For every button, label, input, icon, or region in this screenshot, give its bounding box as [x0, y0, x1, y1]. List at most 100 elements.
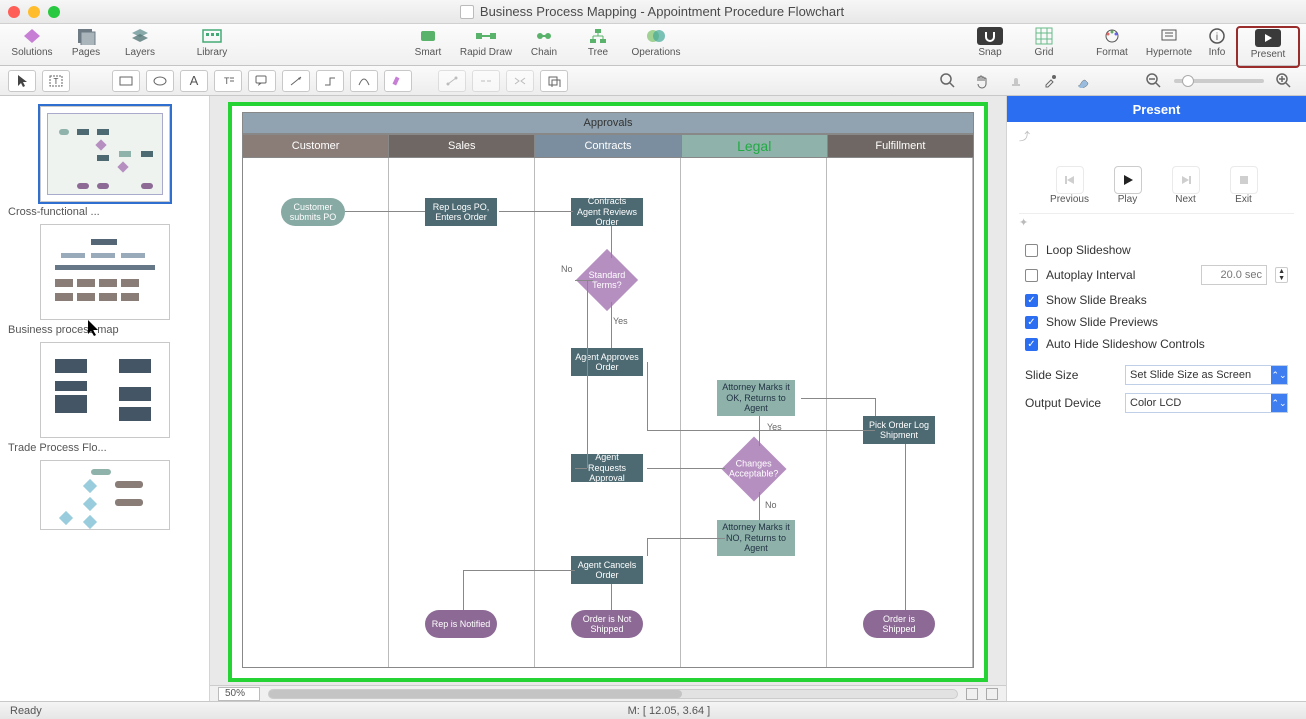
connector-tool[interactable] — [316, 70, 344, 92]
output-device-label: Output Device — [1025, 396, 1115, 410]
node-agent-approves[interactable]: Agent Approves Order — [571, 348, 643, 376]
fit-width-icon[interactable] — [986, 688, 998, 700]
autoplay-interval-field[interactable]: 20.0 sec — [1201, 265, 1267, 285]
tree-button[interactable]: Tree — [572, 26, 624, 64]
auto-hide-controls-option[interactable]: ✓Auto Hide Slideshow Controls — [1025, 337, 1288, 351]
autoplay-interval-option[interactable]: Autoplay Interval 20.0 sec ▲▼ — [1025, 265, 1288, 285]
zoom-slider-knob[interactable] — [1182, 75, 1194, 87]
page-thumbnail[interactable] — [8, 460, 201, 530]
page[interactable]: Approvals Customer Sales Contracts Legal… — [228, 102, 988, 682]
secondary-toolbar: T A T — [0, 66, 1306, 96]
slide-size-select[interactable]: Set Slide Size as Screen⌃⌄ — [1125, 365, 1288, 385]
scrollbar-thumb[interactable] — [269, 690, 682, 698]
previous-button[interactable]: Previous — [1047, 166, 1093, 205]
zoom-slider[interactable] — [1174, 79, 1264, 83]
next-button[interactable]: Next — [1163, 166, 1209, 205]
previous-icon — [1056, 166, 1084, 194]
checkbox-icon[interactable] — [1025, 244, 1038, 257]
show-slide-previews-option[interactable]: ✓Show Slide Previews — [1025, 315, 1288, 329]
zoom-window-button[interactable] — [48, 6, 60, 18]
edge-label-no2: No — [765, 500, 777, 510]
checkbox-icon[interactable]: ✓ — [1025, 316, 1038, 329]
layers-button[interactable]: Layers — [114, 26, 166, 64]
rect-shape-tool[interactable] — [112, 70, 140, 92]
connector — [463, 570, 464, 610]
page-thumbnail[interactable]: Cross-functional ... — [8, 106, 201, 218]
grid-icon — [1031, 26, 1057, 46]
operations-button[interactable]: Operations — [626, 26, 686, 64]
node-changes-acceptable[interactable]: Changes Acceptable? — [721, 436, 786, 501]
checkbox-icon[interactable] — [1025, 269, 1038, 282]
inspector-header: Present — [1007, 96, 1306, 122]
rapid-draw-button[interactable]: Rapid Draw — [456, 26, 516, 64]
node-not-shipped[interactable]: Order is Not Shipped — [571, 610, 643, 638]
node-order-shipped[interactable]: Order is Shipped — [863, 610, 935, 638]
text-tool[interactable]: T — [42, 70, 70, 92]
checkbox-icon[interactable]: ✓ — [1025, 294, 1038, 307]
join-tool[interactable] — [472, 70, 500, 92]
node-attorney-no[interactable]: Attorney Marks it NO, Returns to Agent — [717, 520, 795, 556]
checkbox-icon[interactable]: ✓ — [1025, 338, 1038, 351]
close-window-button[interactable] — [8, 6, 20, 18]
stepper-down[interactable]: ▼ — [1276, 275, 1287, 282]
node-rep-notified[interactable]: Rep is Notified — [425, 610, 497, 638]
highlighter-tool[interactable] — [384, 70, 412, 92]
stepper-up[interactable]: ▲ — [1276, 268, 1287, 275]
grid-button[interactable]: Grid — [1018, 26, 1070, 64]
crop-tool[interactable] — [540, 70, 568, 92]
hypernote-icon — [1156, 26, 1182, 46]
solutions-button[interactable]: Solutions — [6, 26, 58, 64]
swimlane-body: Customer submits PO Rep Logs PO, Enters … — [242, 158, 974, 668]
split-tool[interactable] — [506, 70, 534, 92]
curve-tool[interactable] — [350, 70, 378, 92]
format-button[interactable]: Format — [1086, 26, 1138, 64]
snap-button[interactable]: Snap — [964, 26, 1016, 64]
present-icon — [1255, 28, 1281, 48]
eyedropper-tool[interactable] — [1036, 70, 1064, 92]
canvas-viewport[interactable]: Approvals Customer Sales Contracts Legal… — [210, 96, 1006, 685]
zoom-out-button[interactable] — [1140, 70, 1168, 92]
textblock-tool[interactable]: T — [214, 70, 242, 92]
thumbnail-caption: Business process map — [8, 324, 201, 336]
callout-tool[interactable] — [248, 70, 276, 92]
pages-button[interactable]: Pages — [60, 26, 112, 64]
page-thumbnail[interactable]: Business process map — [8, 224, 201, 336]
window-title: Business Process Mapping - Appointment P… — [60, 4, 1244, 19]
node-attorney-ok[interactable]: Attorney Marks it OK, Returns to Agent — [717, 380, 795, 416]
stamp-tool[interactable] — [1002, 70, 1030, 92]
pointer-tool[interactable] — [8, 70, 36, 92]
line-tool[interactable] — [282, 70, 310, 92]
edit-points-tool[interactable] — [438, 70, 466, 92]
node-agent-cancels[interactable]: Agent Cancels Order — [571, 556, 643, 584]
node-customer-submits[interactable]: Customer submits PO — [281, 198, 345, 226]
ellipse-shape-tool[interactable] — [146, 70, 174, 92]
info-button[interactable]: iInfo — [1200, 26, 1234, 64]
minimize-window-button[interactable] — [28, 6, 40, 18]
node-rep-logs[interactable]: Rep Logs PO, Enters Order — [425, 198, 497, 226]
zoom-in-button[interactable] — [1270, 70, 1298, 92]
loop-slideshow-option[interactable]: Loop Slideshow — [1025, 243, 1288, 257]
exit-button[interactable]: Exit — [1221, 166, 1267, 205]
play-button[interactable]: Play — [1105, 166, 1151, 205]
horizontal-scrollbar[interactable] — [268, 689, 958, 699]
library-button[interactable]: Library — [182, 26, 242, 64]
zoom-select[interactable]: 50% — [218, 687, 260, 701]
connector — [575, 280, 593, 281]
connector — [499, 211, 573, 212]
output-device-select[interactable]: Color LCD⌃⌄ — [1125, 393, 1288, 413]
node-contracts-review[interactable]: Contracts Agent Reviews Order — [571, 198, 643, 226]
fit-page-icon[interactable] — [966, 688, 978, 700]
brush-tool[interactable] — [1070, 70, 1098, 92]
zoom-tool[interactable] — [934, 70, 962, 92]
smart-icon — [415, 26, 441, 46]
hypernote-button[interactable]: Hypernote — [1140, 26, 1198, 64]
text-shape-tool[interactable]: A — [180, 70, 208, 92]
lane-header: Customer — [243, 135, 389, 157]
page-thumbnail[interactable]: Trade Process Flo... — [8, 342, 201, 454]
present-button[interactable]: Present — [1240, 28, 1296, 66]
chain-button[interactable]: Chain — [518, 26, 570, 64]
smart-button[interactable]: Smart — [402, 26, 454, 64]
show-slide-breaks-option[interactable]: ✓Show Slide Breaks — [1025, 293, 1288, 307]
connector — [463, 570, 575, 571]
hand-tool[interactable] — [968, 70, 996, 92]
